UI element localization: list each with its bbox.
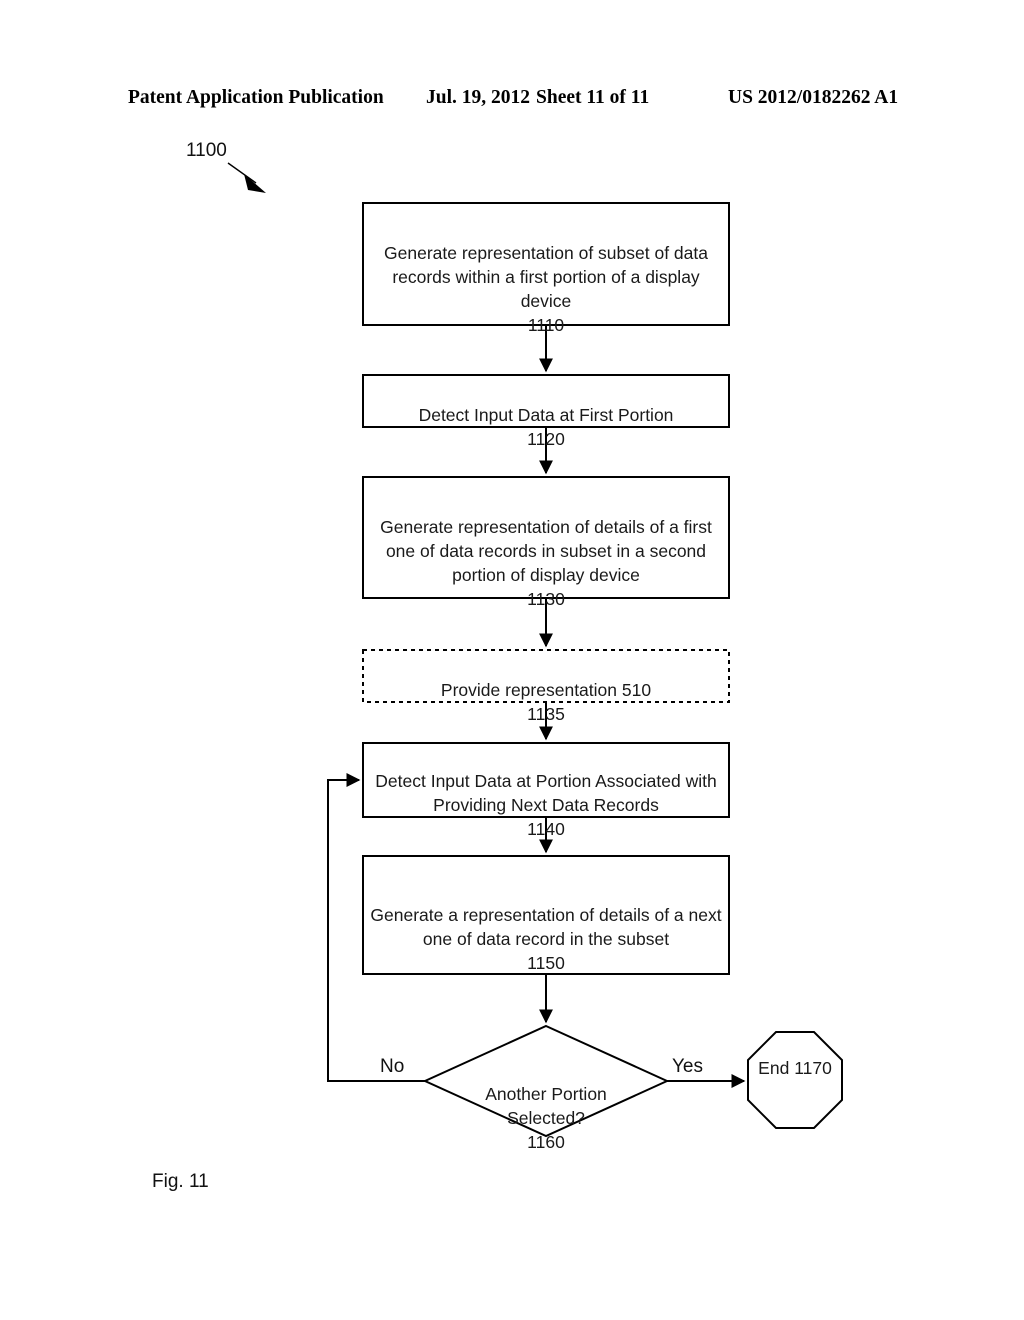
node-1170-shape — [747, 1031, 843, 1129]
reference-lead-line — [227, 162, 266, 193]
node-1160-shape — [422, 1024, 670, 1138]
node-1130-shape — [362, 476, 730, 599]
reference-numeral-1100: 1100 — [186, 140, 227, 161]
flowchart-figure — [0, 0, 1024, 1320]
node-1150-shape — [362, 855, 730, 975]
node-1120-shape — [362, 374, 730, 428]
node-1140-shape — [362, 742, 730, 818]
branch-label-no: No — [380, 1056, 405, 1077]
node-1110-shape — [362, 202, 730, 326]
node-1135-shape — [362, 649, 730, 703]
figure-caption: Fig. 11 — [152, 1171, 209, 1192]
branch-label-yes: Yes — [672, 1056, 703, 1077]
